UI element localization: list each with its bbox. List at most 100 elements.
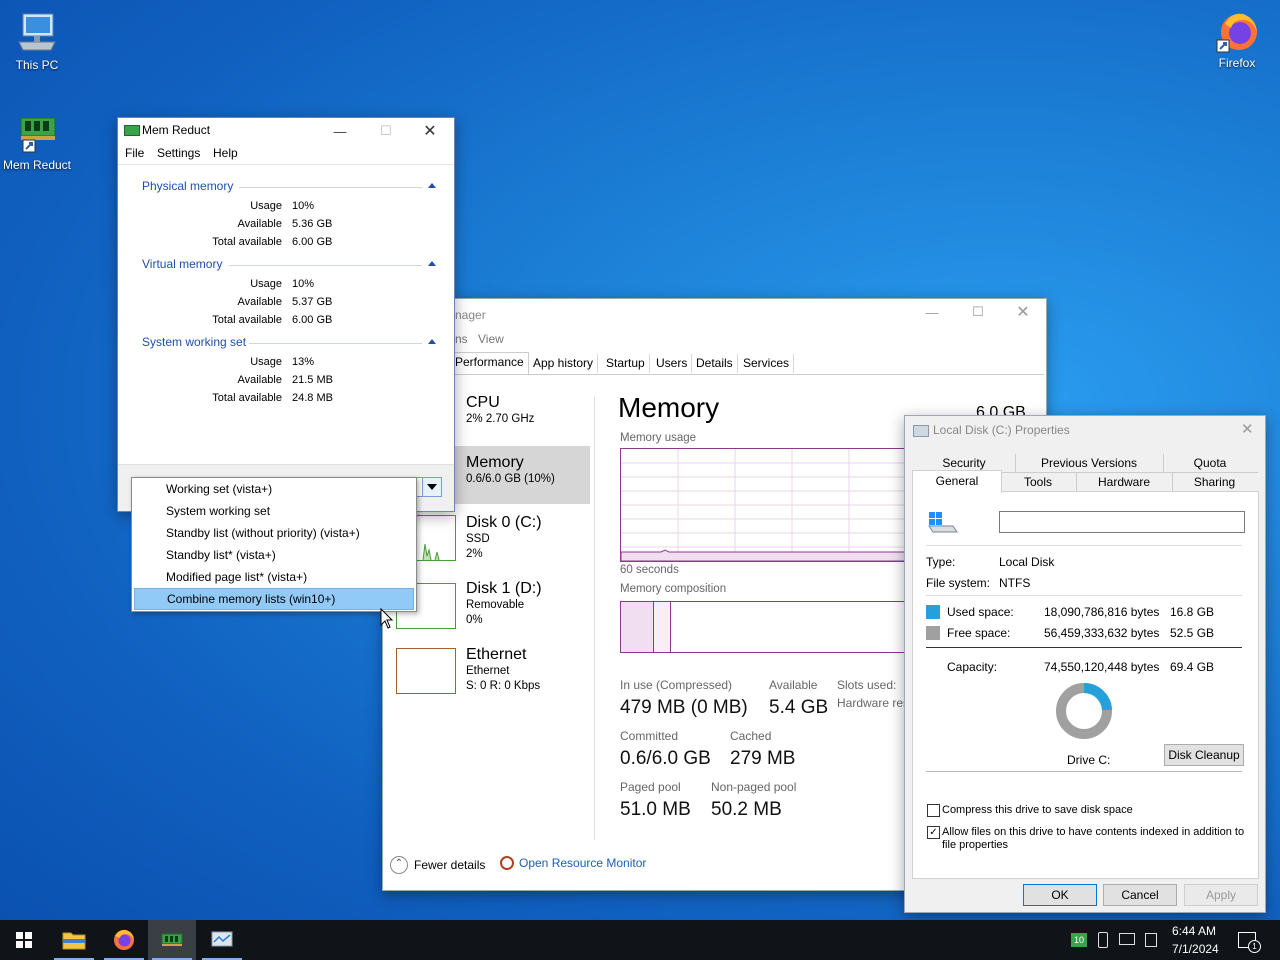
disk-cleanup-button[interactable]: Disk Cleanup bbox=[1164, 744, 1244, 766]
network-icon[interactable] bbox=[1119, 933, 1135, 945]
index-checkbox[interactable]: ✓ bbox=[927, 826, 940, 839]
collapse-icon[interactable] bbox=[428, 183, 436, 188]
ok-button[interactable]: OK bbox=[1023, 884, 1097, 906]
mouse-cursor-icon bbox=[380, 607, 394, 633]
cleaning-list-menu: Working set (vista+) System working set … bbox=[131, 477, 417, 612]
compress-checkbox[interactable] bbox=[927, 804, 940, 817]
used-space-bytes: 18,090,786,816 bytes bbox=[1044, 605, 1160, 619]
minimize-button[interactable]: — bbox=[318, 118, 362, 144]
desktop-icon-mem-reduct[interactable]: Mem Reduct bbox=[0, 110, 74, 172]
row-value: 24.8 MB bbox=[292, 392, 333, 404]
divider bbox=[926, 545, 1242, 546]
tab-sharing[interactable]: Sharing bbox=[1172, 473, 1257, 491]
sidebar-item-title: Disk 0 (C:) bbox=[466, 514, 542, 531]
sidebar-item-detail: SSD bbox=[466, 533, 490, 545]
tab-startup[interactable]: Startup bbox=[602, 354, 650, 373]
virtual-memory-header[interactable]: Virtual memory bbox=[142, 257, 436, 273]
index-label: Allow files on this drive to have conten… bbox=[942, 826, 1244, 852]
paged-pool-label: Paged pool bbox=[620, 780, 681, 794]
apply-button[interactable]: Apply bbox=[1184, 884, 1258, 906]
free-space-swatch bbox=[926, 626, 940, 640]
menu-item-system-working-set[interactable]: System working set bbox=[134, 501, 414, 521]
menu-item-standby-list[interactable]: Standby list* (vista+) bbox=[134, 545, 414, 565]
system-working-set-header[interactable]: System working set bbox=[142, 335, 436, 351]
menu-item-standby-without-priority[interactable]: Standby list (without priority) (vista+) bbox=[134, 523, 414, 543]
clock-date[interactable]: 7/1/2024 bbox=[1172, 942, 1219, 956]
tab-performance[interactable]: Performance bbox=[450, 352, 529, 375]
hardware-reserved-label: Hardware res bbox=[837, 696, 910, 710]
capacity-gb: 69.4 GB bbox=[1170, 660, 1215, 674]
volume-icon[interactable] bbox=[1145, 933, 1157, 947]
free-space-label: Free space: bbox=[947, 626, 1011, 640]
tab-users[interactable]: Users bbox=[652, 354, 693, 373]
row-value: 10% bbox=[292, 200, 315, 212]
sidebar-item-ethernet[interactable]: Ethernet Ethernet S: 0 R: 0 Kbps bbox=[466, 646, 540, 694]
physical-memory-header[interactable]: Physical memory bbox=[142, 179, 436, 195]
menu-item-working-set[interactable]: Working set (vista+) bbox=[134, 479, 414, 499]
tab-general[interactable]: General bbox=[912, 470, 1002, 493]
desktop-icon-this-pc[interactable]: This PC bbox=[0, 10, 74, 72]
tab-previous-versions[interactable]: Previous Versions bbox=[1015, 454, 1164, 472]
fewer-details-button[interactable]: ⌃ Fewer details bbox=[390, 856, 485, 874]
row-label: Available bbox=[237, 218, 282, 230]
sidebar-item-disk0[interactable]: Disk 0 (C:) SSD 2% bbox=[466, 514, 542, 562]
resource-monitor-icon bbox=[500, 856, 514, 870]
firefox-icon[interactable] bbox=[100, 920, 148, 960]
usb-icon[interactable] bbox=[1098, 932, 1108, 948]
desktop-icon-label: Mem Reduct bbox=[2, 158, 72, 172]
window-title: Local Disk (C:) Properties bbox=[933, 423, 1070, 437]
menu-item-view[interactable]: View bbox=[478, 332, 504, 346]
sidebar-item-cpu[interactable]: CPU 2% 2.70 GHz bbox=[466, 394, 534, 427]
close-button[interactable]: ✕ bbox=[408, 118, 452, 144]
close-button[interactable]: ✕ bbox=[1241, 420, 1254, 438]
collapse-icon[interactable] bbox=[428, 339, 436, 344]
memory-composition-label: Memory composition bbox=[620, 583, 727, 595]
sidebar-item-disk1[interactable]: Disk 1 (D:) Removable 0% bbox=[466, 580, 542, 628]
window-title: Mem Reduct bbox=[142, 123, 211, 137]
maximize-button[interactable]: ☐ bbox=[956, 299, 1000, 325]
collapse-icon[interactable] bbox=[428, 261, 436, 266]
menu-item-file[interactable]: File bbox=[125, 146, 144, 160]
minimize-button[interactable]: — bbox=[910, 299, 954, 325]
tab-app-history[interactable]: App history bbox=[529, 354, 599, 373]
drive-name-input[interactable] bbox=[999, 511, 1245, 533]
menu-item-modified-page-list[interactable]: Modified page list* (vista+) bbox=[134, 567, 414, 587]
tab-quota[interactable]: Quota bbox=[1163, 454, 1257, 472]
start-icon[interactable] bbox=[0, 920, 48, 960]
free-space-gb: 52.5 GB bbox=[1170, 626, 1215, 640]
menu-item-options[interactable]: ns bbox=[455, 332, 468, 346]
taskbar: 10 6:44 AM 7/1/2024 1 bbox=[0, 920, 1280, 960]
section-title: Virtual memory bbox=[142, 257, 223, 271]
close-button[interactable]: ✕ bbox=[1001, 299, 1045, 325]
tab-details[interactable]: Details bbox=[692, 354, 738, 373]
mem-reduct-icon[interactable] bbox=[148, 920, 196, 960]
desktop-icon-firefox[interactable]: Firefox bbox=[1200, 8, 1274, 70]
chevron-down-icon[interactable] bbox=[422, 478, 441, 496]
menu-item-combine-memory-lists[interactable]: Combine memory lists (win10+) bbox=[134, 588, 414, 610]
index-label-line-1: Allow files on this drive to have conten… bbox=[942, 826, 1245, 838]
sidebar-item-detail: 0.6/6.0 GB (10%) bbox=[466, 473, 555, 485]
row-value: 5.36 GB bbox=[292, 218, 333, 230]
notification-icon[interactable]: 1 bbox=[1238, 932, 1261, 953]
sidebar-item-memory[interactable]: Memory 0.6/6.0 GB (10%) bbox=[466, 454, 555, 487]
row-value: 6.00 GB bbox=[292, 236, 333, 248]
clock-time[interactable]: 6:44 AM bbox=[1172, 924, 1216, 938]
maximize-button[interactable]: ☐ bbox=[364, 118, 408, 144]
menu-item-help[interactable]: Help bbox=[213, 146, 238, 160]
page-title: Memory bbox=[618, 392, 720, 423]
open-resource-monitor-link[interactable]: Open Resource Monitor bbox=[500, 856, 646, 870]
index-label-line-2: file properties bbox=[942, 839, 1009, 851]
menu-item-settings[interactable]: Settings bbox=[157, 146, 200, 160]
tab-hardware[interactable]: Hardware bbox=[1076, 473, 1173, 491]
row-label: Available bbox=[237, 374, 282, 386]
sidebar-item-detail: Removable bbox=[466, 599, 525, 611]
sidebar-item-detail: 0% bbox=[466, 614, 483, 626]
file-explorer-icon[interactable] bbox=[50, 920, 98, 960]
tab-services[interactable]: Services bbox=[739, 354, 795, 373]
sidebar-item-title: Memory bbox=[466, 454, 524, 471]
cancel-button[interactable]: Cancel bbox=[1103, 884, 1177, 906]
tab-tools[interactable]: Tools bbox=[1000, 473, 1077, 491]
task-manager-icon[interactable] bbox=[198, 920, 246, 960]
capacity-label: Capacity: bbox=[947, 660, 998, 674]
tray-mem-reduct-badge[interactable]: 10 bbox=[1071, 933, 1087, 947]
